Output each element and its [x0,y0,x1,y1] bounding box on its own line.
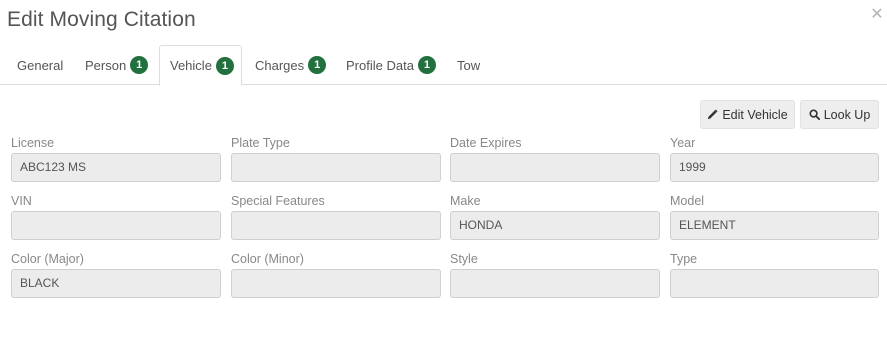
tab-charges[interactable]: Charges 1 [255,45,327,85]
year-field[interactable]: 1999 [670,153,879,182]
count-badge: 1 [215,56,234,75]
close-icon[interactable]: ✕ [869,7,885,23]
style-field[interactable] [450,269,660,298]
count-badge: 1 [130,56,149,74]
edit-vehicle-label: Edit Vehicle [722,107,788,122]
year-label: Year [670,136,696,150]
tab-general[interactable]: General [17,45,63,85]
vin-label: VIN [11,194,32,208]
tab-profile-data[interactable]: Profile Data 1 [346,45,436,85]
color-minor-label: Color (Minor) [231,252,304,266]
count-badge: 1 [308,56,327,74]
look-up-button[interactable]: Look Up [800,100,879,129]
model-label: Model [670,194,705,208]
date-expires-label: Date Expires [450,136,522,150]
count-badge: 1 [417,56,436,74]
search-icon [809,109,820,120]
tab-label: Vehicle [170,58,212,73]
license-label: License [11,136,55,150]
tab-person[interactable]: Person 1 [85,45,149,85]
plate-type-label: Plate Type [231,136,290,150]
color-major-label: Color (Major) [11,252,84,266]
edit-vehicle-button[interactable]: Edit Vehicle [700,100,795,129]
tab-label: Charges [255,57,305,73]
date-expires-field[interactable] [450,153,660,182]
look-up-label: Look Up [823,107,871,122]
tab-tow[interactable]: Tow [457,45,480,85]
special-features-label: Special Features [231,194,325,208]
license-field[interactable]: ABC123 MS [11,153,221,182]
tab-label: Tow [457,57,481,73]
tab-label: Person [85,57,127,73]
plate-type-field[interactable] [231,153,441,182]
type-label: Type [670,252,698,266]
make-label: Make [450,194,481,208]
tab-vehicle[interactable]: Vehicle 1 [159,45,242,86]
color-minor-field[interactable] [231,269,441,298]
special-features-field[interactable] [231,211,441,240]
color-major-field[interactable]: BLACK [11,269,221,298]
vin-field[interactable] [11,211,221,240]
type-field[interactable] [670,269,879,298]
make-field[interactable]: HONDA [450,211,660,240]
pencil-icon [708,109,718,120]
tab-label: Profile Data [346,57,414,73]
tab-label: General [17,57,64,73]
model-field[interactable]: ELEMENT [670,211,879,240]
tab-bar: General Person 1 Vehicle 1 Charges 1 Pro… [0,45,887,86]
dialog-title: Edit Moving Citation [7,8,196,31]
style-label: Style [450,252,478,266]
